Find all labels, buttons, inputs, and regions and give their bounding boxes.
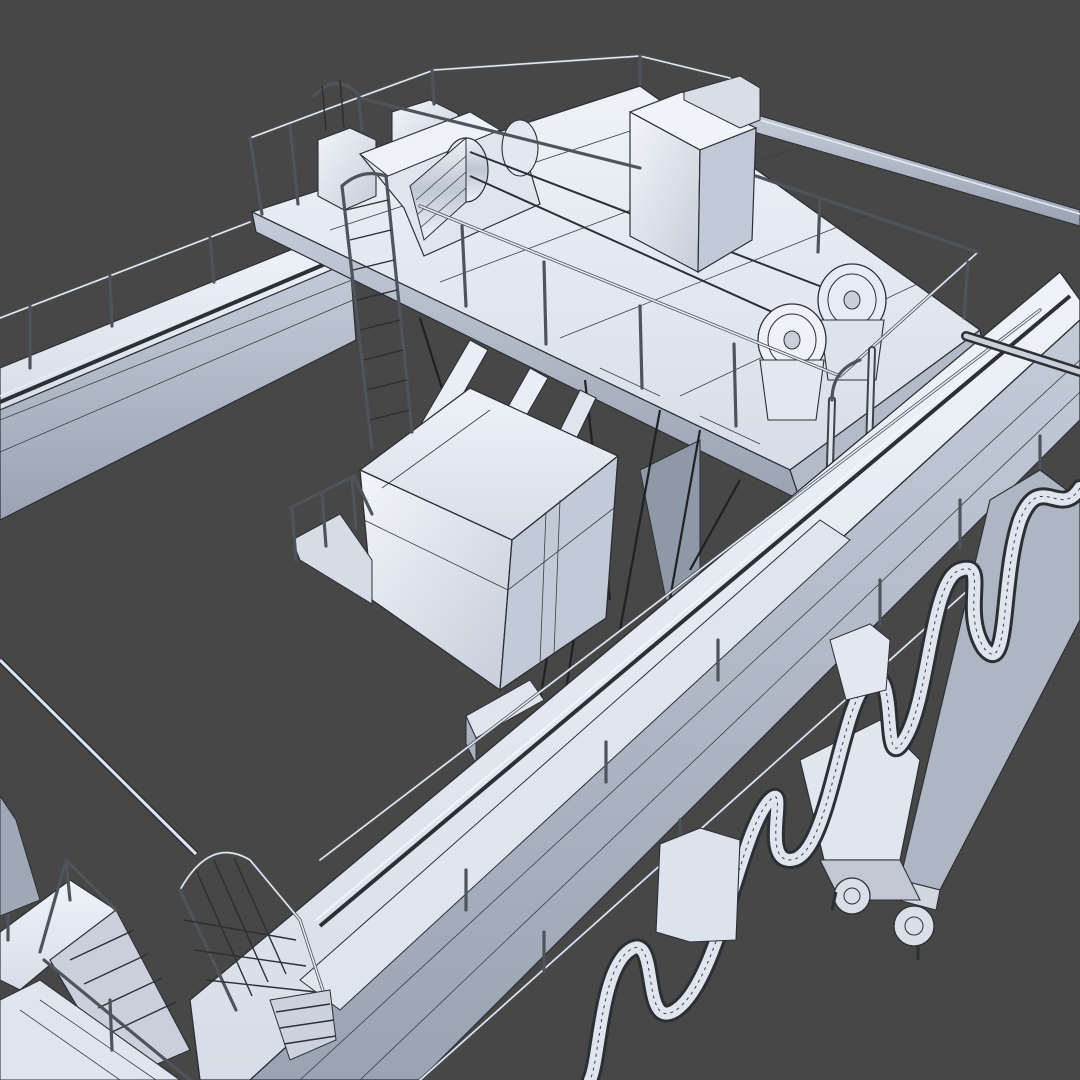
crane-render (0, 0, 1080, 1080)
electrical-cabinet (628, 75, 761, 274)
